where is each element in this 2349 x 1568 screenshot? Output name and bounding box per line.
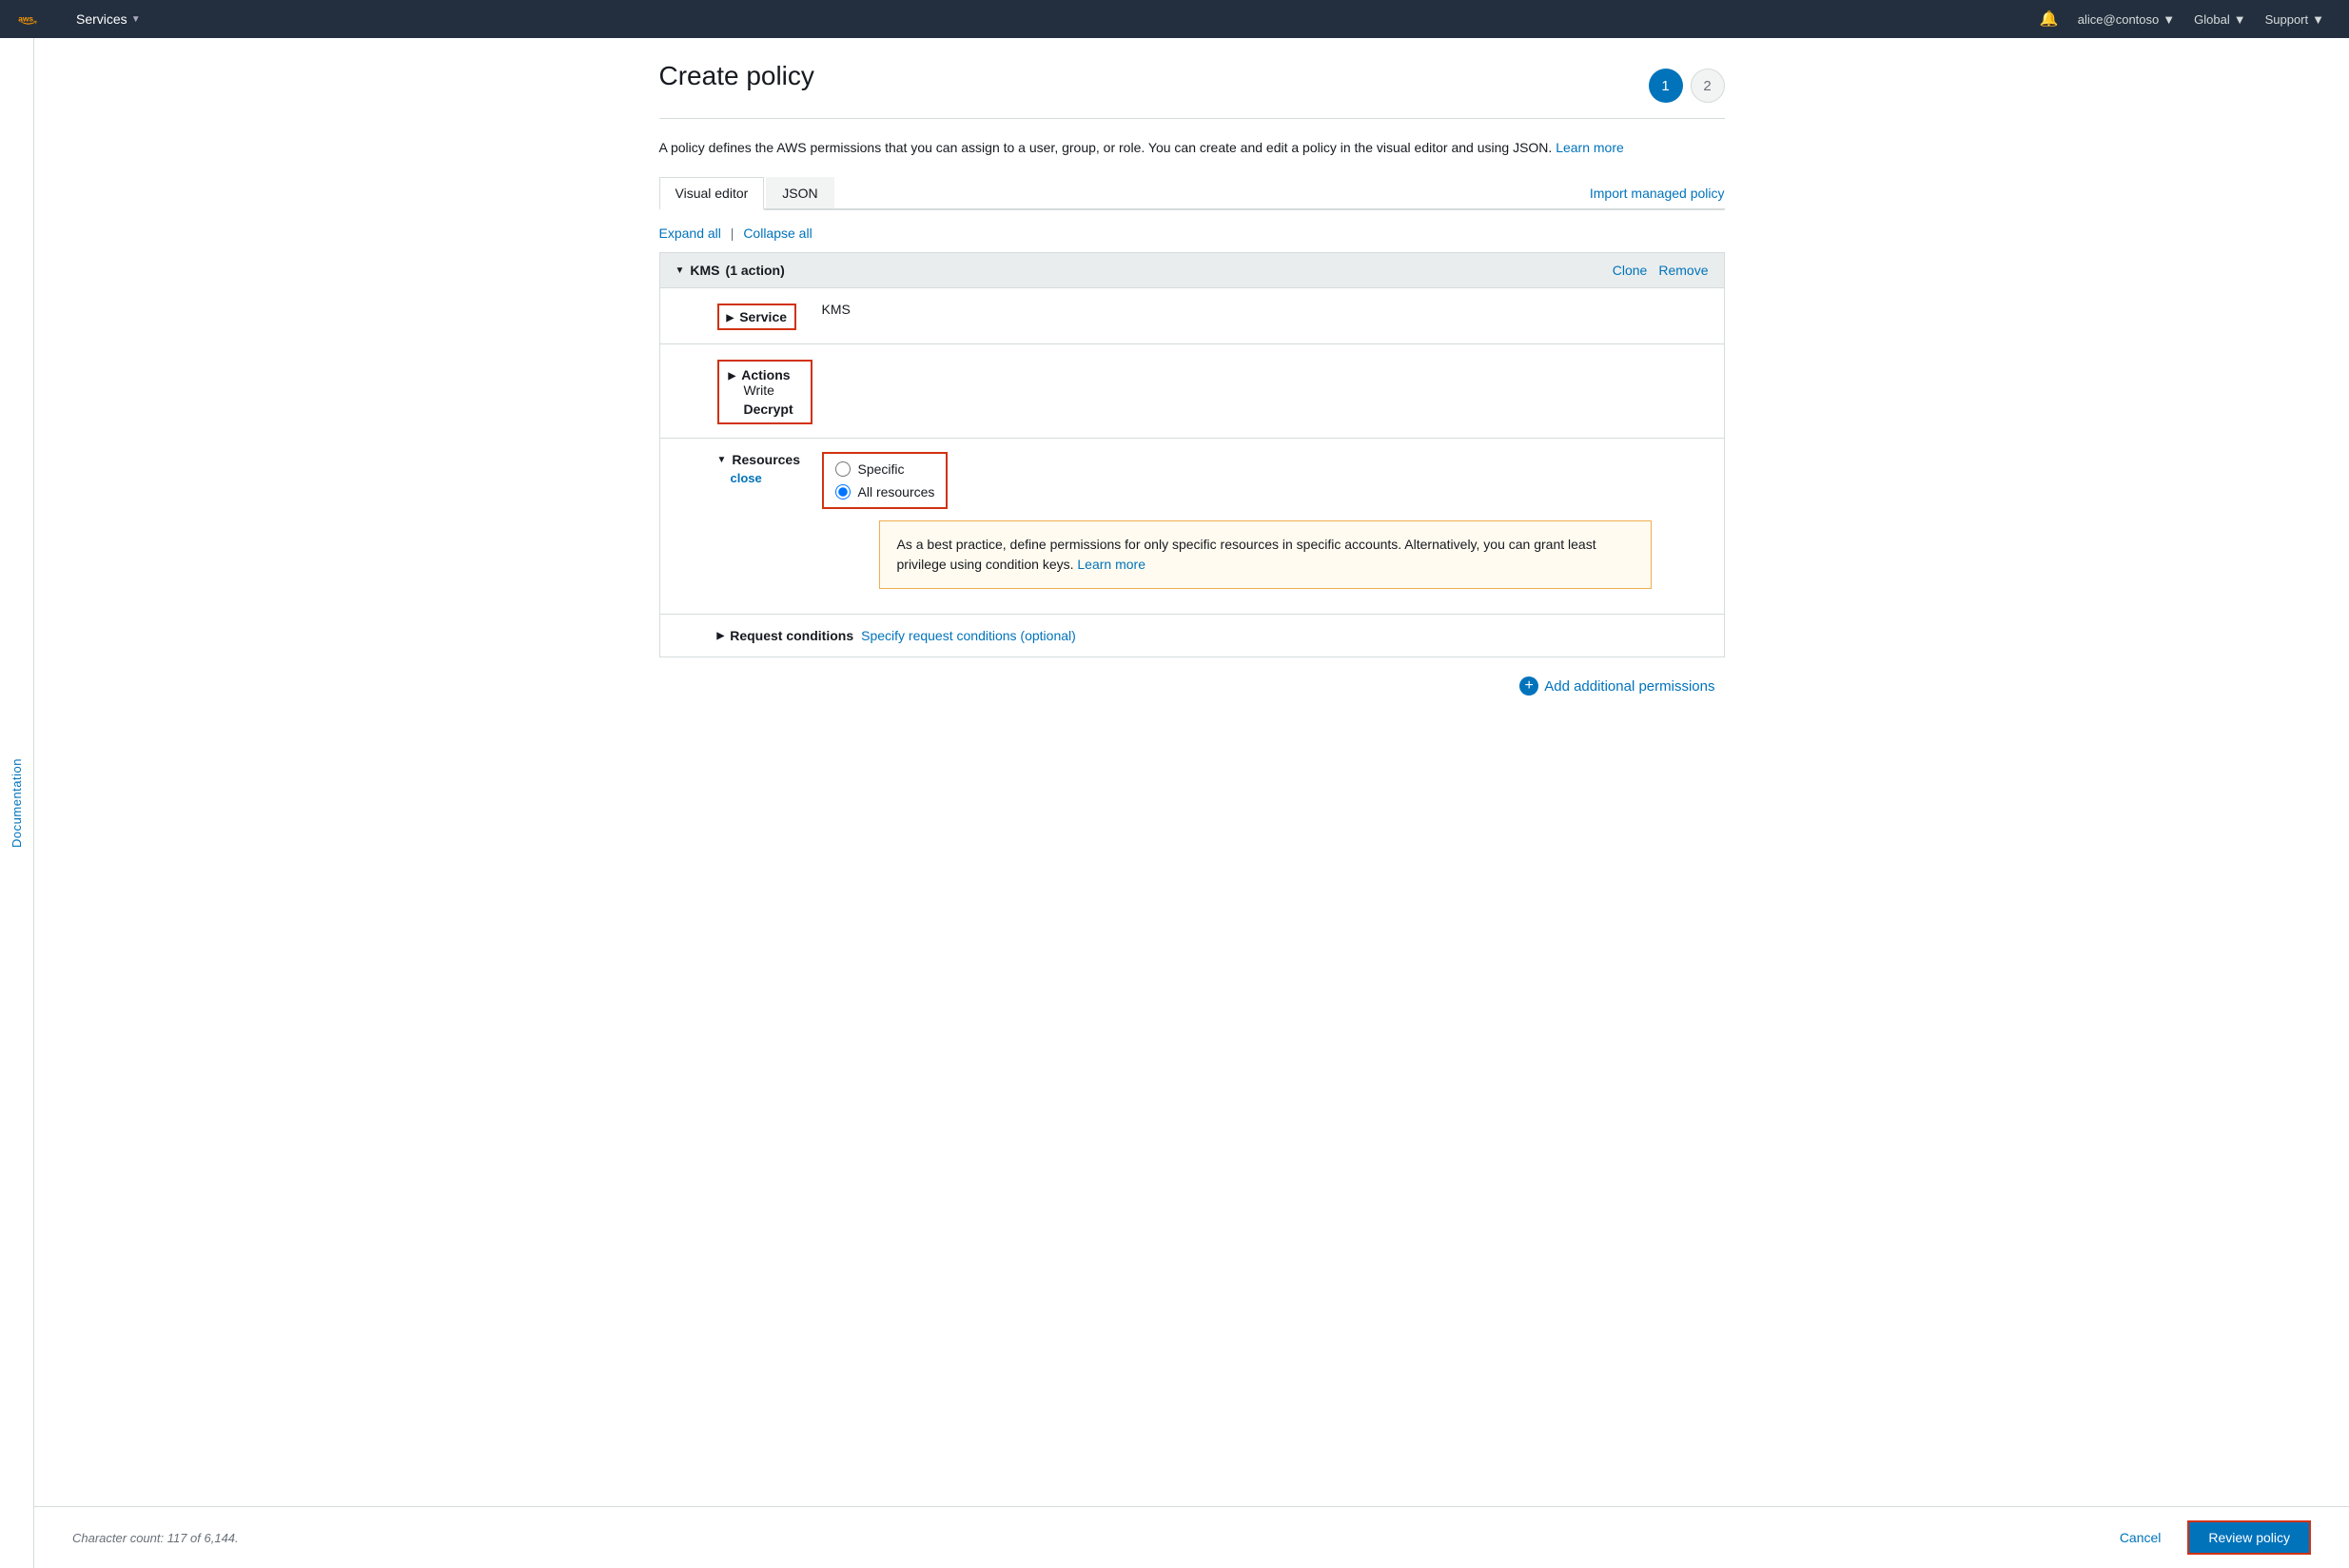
add-permissions-row: + Add additional permissions	[659, 676, 1725, 696]
kms-title-text: KMS	[690, 263, 719, 278]
kms-title: ▼ KMS (1 action)	[675, 263, 785, 278]
support-menu[interactable]: Support ▼	[2256, 0, 2334, 38]
header-divider	[659, 118, 1725, 119]
footer-buttons: Cancel Review policy	[2104, 1520, 2311, 1555]
learn-more-link[interactable]: Learn more	[1556, 140, 1624, 155]
kms-caret[interactable]: ▼	[675, 265, 685, 276]
resources-options: Specific All resources	[822, 452, 949, 509]
tabs-left: Visual editor JSON	[659, 177, 836, 208]
plus-circle-icon: +	[1519, 676, 1538, 696]
actions-row: ▶ Actions Write Decrypt	[660, 343, 1724, 438]
remove-link[interactable]: Remove	[1658, 263, 1708, 278]
tab-json[interactable]: JSON	[766, 177, 833, 208]
clone-link[interactable]: Clone	[1613, 263, 1648, 278]
service-label-text: Service	[739, 309, 787, 324]
tab-visual-editor[interactable]: Visual editor	[659, 177, 765, 210]
action-decrypt: Decrypt	[744, 402, 801, 417]
kms-action-count: (1 action)	[726, 263, 785, 278]
resources-inner: ▼ Resources close Specific All resources	[717, 452, 1709, 509]
user-label: alice@contoso	[2078, 12, 2159, 27]
service-value-text: KMS	[822, 302, 851, 317]
step-1-indicator: 1	[1649, 69, 1683, 103]
actions-header: ▶ Actions	[729, 367, 801, 382]
actions-caret-icon: ▶	[729, 371, 736, 382]
top-nav: aws Services ▼ 🔔 alice@contoso ▼ Global …	[0, 0, 2349, 38]
actions-label-text: Actions	[741, 367, 790, 382]
actions-outlined-box[interactable]: ▶ Actions Write Decrypt	[717, 360, 812, 424]
review-policy-button[interactable]: Review policy	[2187, 1520, 2311, 1555]
page-content: Create policy 1 2 A policy defines the A…	[621, 38, 1763, 772]
add-permissions-text: Add additional permissions	[1544, 678, 1714, 695]
tabs-row: Visual editor JSON Import managed policy	[659, 177, 1725, 210]
resources-label: ▼ Resources close	[717, 452, 822, 485]
documentation-label: Documentation	[10, 758, 24, 848]
kms-block: ▼ KMS (1 action) Clone Remove ▶ Service	[659, 252, 1725, 657]
region-label: Global	[2194, 12, 2230, 27]
policy-description: A policy defines the AWS permissions tha…	[659, 138, 1725, 158]
support-caret: ▼	[2312, 12, 2324, 27]
resources-caret: ▼	[717, 455, 727, 465]
page-title: Create policy	[659, 61, 814, 91]
specific-radio[interactable]	[835, 461, 851, 477]
separator: |	[731, 225, 734, 241]
kms-header-actions: Clone Remove	[1613, 263, 1709, 278]
request-conditions-link[interactable]: Specify request conditions (optional)	[861, 628, 1076, 643]
best-practice-learn-more[interactable]: Learn more	[1077, 557, 1145, 572]
best-practice-text: As a best practice, define permissions f…	[897, 537, 1596, 572]
service-value: KMS	[822, 302, 1709, 317]
rc-caret: ▶	[717, 631, 725, 641]
region-menu[interactable]: Global ▼	[2184, 0, 2255, 38]
support-label: Support	[2265, 12, 2309, 27]
cancel-button[interactable]: Cancel	[2104, 1520, 2177, 1555]
page-header: Create policy 1 2	[659, 61, 1725, 103]
aws-logo[interactable]: aws	[15, 8, 53, 30]
service-label: ▶ Service	[717, 302, 822, 330]
import-managed-policy-link[interactable]: Import managed policy	[1590, 186, 1725, 201]
add-permissions-link[interactable]: + Add additional permissions	[1519, 676, 1714, 696]
request-conditions-label: ▶ Request conditions	[717, 628, 854, 643]
main-wrapper: Create policy 1 2 A policy defines the A…	[34, 38, 2349, 1568]
resources-label-top: ▼ Resources	[717, 452, 801, 467]
services-menu[interactable]: Services ▼	[69, 11, 148, 27]
actions-label: ▶ Actions Write Decrypt	[717, 358, 822, 424]
user-menu[interactable]: alice@contoso ▼	[2068, 0, 2184, 38]
all-resources-radio[interactable]	[835, 484, 851, 500]
service-outlined-box[interactable]: ▶ Service	[717, 304, 797, 330]
step-2-indicator: 2	[1691, 69, 1725, 103]
specific-option[interactable]: Specific	[835, 461, 935, 477]
action-write: Write	[744, 382, 801, 398]
step-indicators: 1 2	[1649, 69, 1725, 103]
expand-collapse-row: Expand all | Collapse all	[659, 225, 1725, 241]
services-label: Services	[76, 11, 127, 27]
service-caret-icon: ▶	[727, 313, 734, 323]
service-row: ▶ Service KMS	[660, 287, 1724, 343]
notifications-icon[interactable]: 🔔	[2030, 10, 2068, 29]
rc-label-text: Request conditions	[730, 628, 853, 643]
resources-close-link[interactable]: close	[731, 471, 762, 485]
expand-all-link[interactable]: Expand all	[659, 225, 721, 241]
resources-label-text: Resources	[732, 452, 800, 467]
footer: Character count: 117 of 6,144. Cancel Re…	[34, 1506, 2349, 1568]
request-conditions-row: ▶ Request conditions Specify request con…	[660, 614, 1724, 657]
services-caret: ▼	[131, 14, 141, 25]
char-count: Character count: 117 of 6,144.	[72, 1531, 239, 1545]
nav-right: 🔔 alice@contoso ▼ Global ▼ Support ▼	[2030, 0, 2334, 38]
side-documentation[interactable]: Documentation	[0, 38, 34, 1568]
all-resources-option[interactable]: All resources	[835, 484, 935, 500]
region-caret: ▼	[2234, 12, 2246, 27]
specific-label: Specific	[858, 461, 905, 477]
svg-text:aws: aws	[18, 13, 33, 23]
resources-row: ▼ Resources close Specific All resources	[660, 438, 1724, 614]
kms-header: ▼ KMS (1 action) Clone Remove	[660, 253, 1724, 287]
collapse-all-link[interactable]: Collapse all	[743, 225, 812, 241]
best-practice-box: As a best practice, define permissions f…	[879, 520, 1652, 589]
user-caret: ▼	[2163, 12, 2175, 27]
all-resources-label: All resources	[858, 484, 935, 500]
